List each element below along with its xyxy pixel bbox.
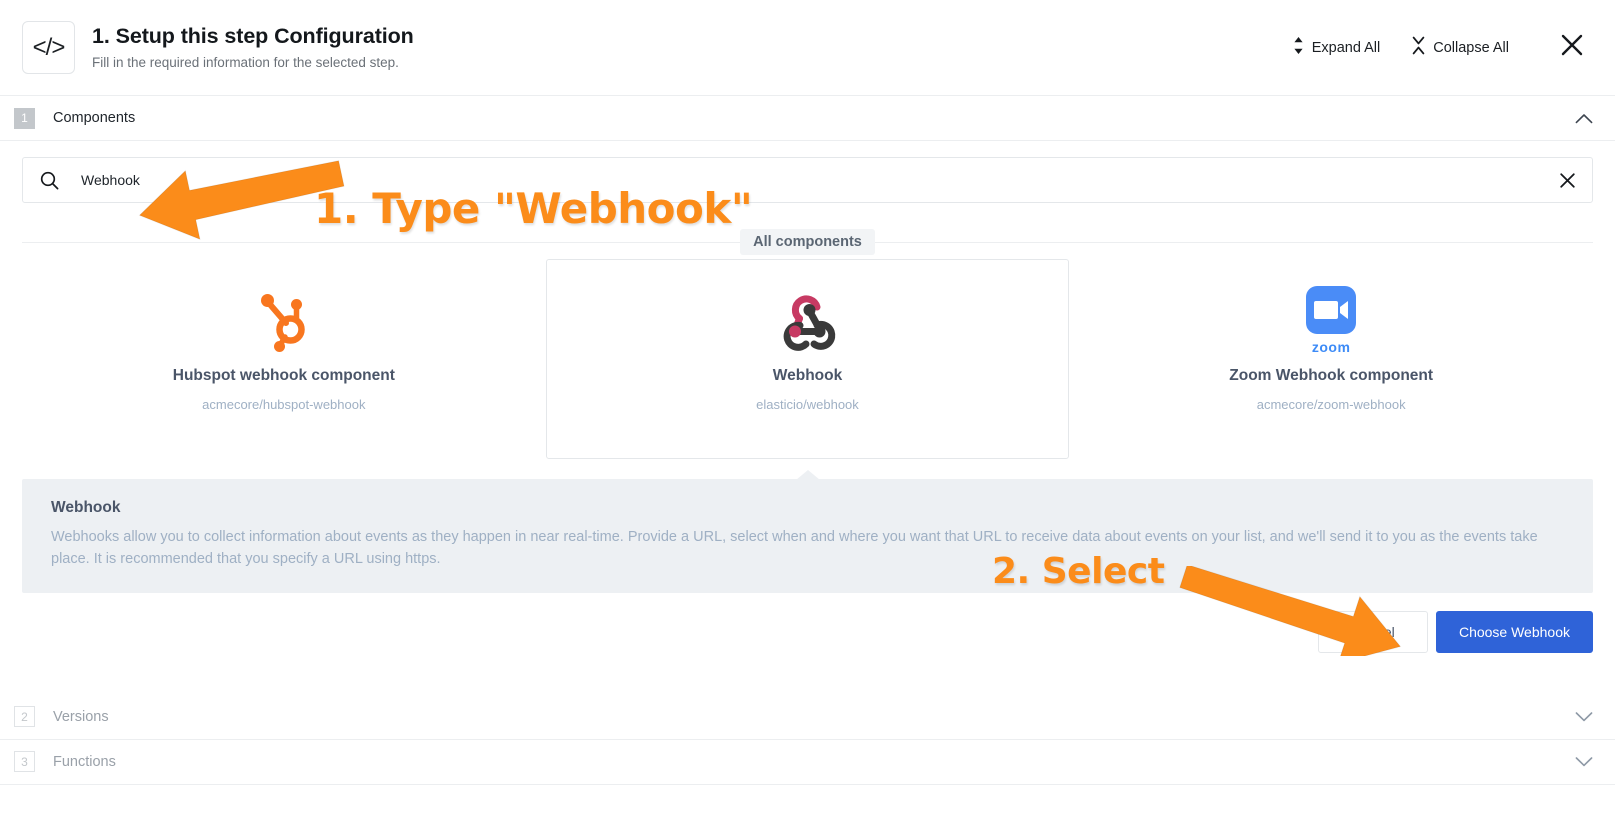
footer-spacer [0,653,1615,695]
cancel-button[interactable]: Cancel [1317,610,1428,653]
modal-header: </> 1. Setup this step Configuration Fil… [0,0,1615,96]
expand-all-label: Expand All [1311,39,1381,56]
chevron-up-icon[interactable] [1575,113,1593,124]
webhook-logo-icon [776,287,838,353]
component-path: acmecore/hubspot-webhook [202,397,366,412]
code-brackets-icon: </> [32,33,66,61]
hubspot-logo-icon [251,287,317,353]
modal-footer: Cancel Choose Webhook [0,593,1615,653]
component-description-panel: Webhook Webhooks allow you to collect in… [22,470,1593,593]
search-icon [40,171,59,190]
component-name: Zoom Webhook component [1229,367,1434,384]
collapse-all-button[interactable]: Collapse All [1402,30,1519,65]
clear-search-button[interactable] [1559,172,1576,189]
section-header-functions[interactable]: 3 Functions [0,739,1615,785]
close-button[interactable] [1557,33,1587,63]
chevrons-collapse-icon [1412,36,1425,59]
zoom-wordmark: zoom [1311,338,1351,355]
description-body-container: Webhook Webhooks allow you to collect in… [22,479,1593,593]
component-path: acmecore/zoom-webhook [1256,397,1406,412]
component-path: elasticio/webhook [756,397,859,412]
search-section: Webhook [0,141,1615,203]
component-name: Webhook [772,367,843,384]
section-header-versions[interactable]: 2 Versions [0,694,1615,740]
collapse-all-label: Collapse All [1433,39,1509,56]
all-components-divider: All components [22,229,1593,255]
zoom-logo-icon: zoom [1302,285,1360,355]
all-components-label: All components [740,229,875,255]
section-label-components: Components [53,110,136,126]
close-icon [1560,33,1584,62]
choose-webhook-button[interactable]: Choose Webhook [1435,610,1593,653]
description-text: Webhooks allow you to collect informatio… [51,529,1538,568]
chevrons-expand-icon [1293,36,1304,59]
section-number-badge: 3 [14,751,35,773]
component-card-hubspot[interactable]: Hubspot webhook component acmecore/hubsp… [22,259,546,459]
header-text-block: 1. Setup this step Configuration Fill in… [92,23,414,71]
page-title: 1. Setup this step Configuration [92,24,414,49]
header-actions: Expand All Collapse All [1283,30,1591,65]
section-header-components[interactable]: 1 Components [0,96,1615,141]
component-grid: Hubspot webhook component acmecore/hubsp… [0,259,1615,459]
chevron-down-icon[interactable] [1575,711,1593,722]
panel-caret-icon [795,470,820,480]
section-number-badge: 2 [14,706,35,728]
section-label-versions: Versions [53,708,109,725]
search-input[interactable]: Webhook [81,172,1559,188]
expand-all-button[interactable]: Expand All [1283,30,1391,65]
clear-icon [1560,172,1575,188]
section-number-badge: 1 [14,107,35,129]
page-subtitle: Fill in the required information for the… [92,55,399,71]
component-card-zoom[interactable]: zoom Zoom Webhook component acmecore/zoo… [1069,259,1593,459]
chevron-down-icon[interactable] [1575,756,1593,767]
search-box[interactable]: Webhook [22,157,1593,203]
component-name: Hubspot webhook component [172,367,395,384]
component-card-webhook[interactable]: Webhook elasticio/webhook [545,259,1070,459]
section-label-functions: Functions [53,753,116,770]
description-title: Webhook [51,499,121,516]
step-icon-box: </> [22,21,75,74]
